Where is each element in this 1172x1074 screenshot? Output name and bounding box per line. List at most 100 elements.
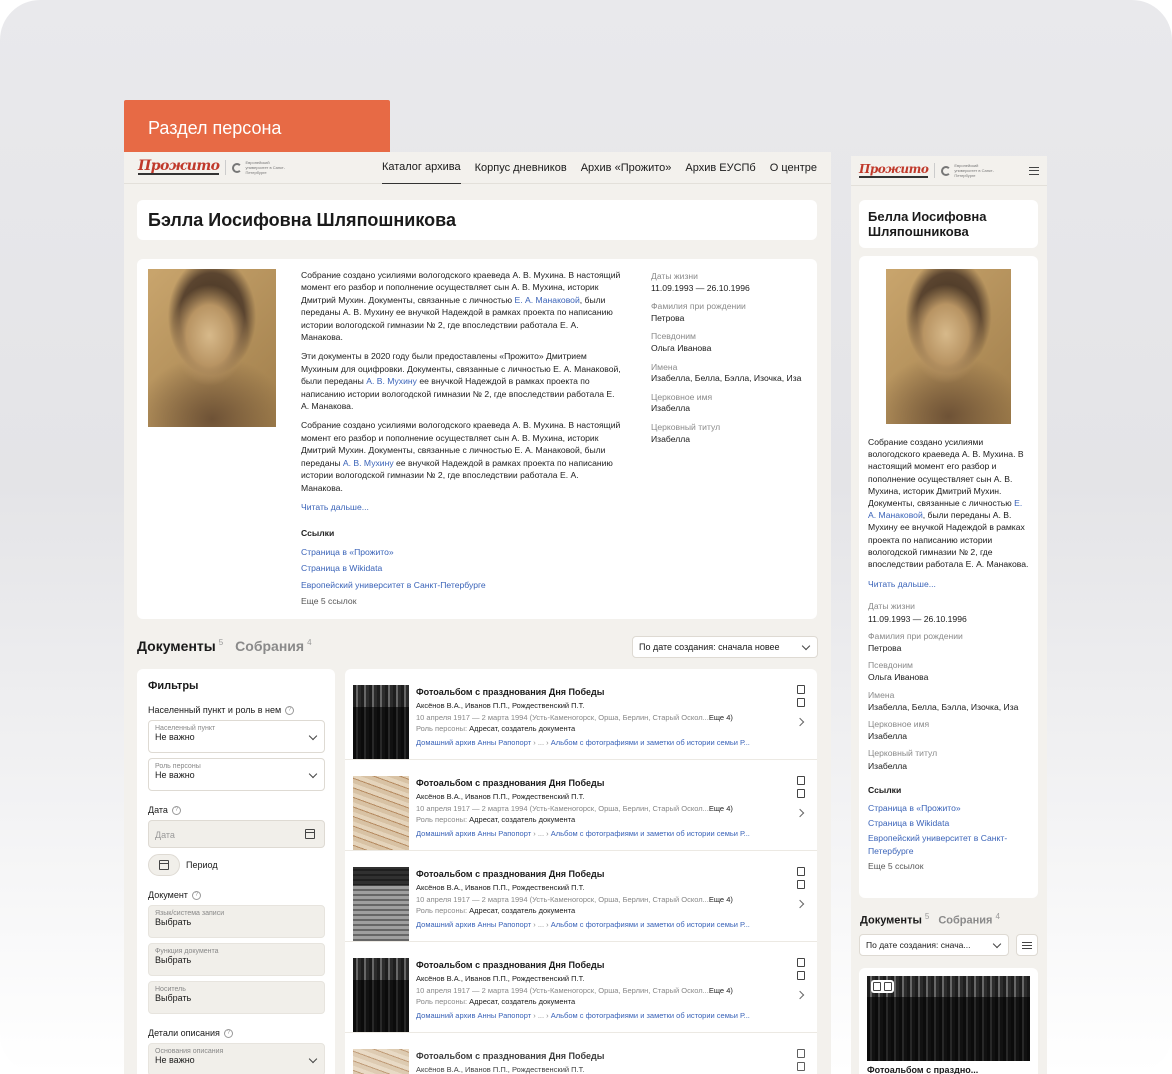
list-item[interactable]: Фотоальбом с празднования Дня Победы Акс… bbox=[345, 669, 817, 760]
list-item[interactable]: Фотоальбом с праздно... bbox=[859, 968, 1038, 1074]
dates-more[interactable]: Еще 4) bbox=[709, 804, 733, 813]
fact-label: Псевдоним bbox=[868, 660, 913, 671]
logo[interactable]: Прожито Европейский университет в Санкт-… bbox=[138, 159, 291, 175]
fact-label: Церковный титул bbox=[651, 421, 721, 432]
nav-archive-eusp[interactable]: Архив ЕУСПб bbox=[685, 152, 755, 184]
tab-documents[interactable]: Документы 5 bbox=[860, 912, 929, 927]
fact-value: Петрова bbox=[868, 643, 902, 654]
calendar-icon bbox=[305, 829, 315, 839]
breadcrumb: Домашний архив Анны Рапопорт › ... › Аль… bbox=[416, 919, 786, 930]
chevron-right-icon[interactable] bbox=[795, 899, 805, 909]
crumb-link[interactable]: Домашний архив Анны Рапопорт bbox=[416, 738, 531, 747]
document-icons bbox=[797, 958, 805, 980]
link-prozhito[interactable]: Страница в «Прожито» bbox=[301, 546, 621, 558]
period-toggle[interactable]: Период bbox=[148, 854, 324, 876]
document-thumbnail bbox=[867, 976, 1030, 1061]
chevron-right-icon[interactable] bbox=[795, 808, 805, 818]
document-icon bbox=[797, 698, 805, 707]
link-wikidata[interactable]: Страница в Wikidata bbox=[868, 817, 1029, 829]
link-prozhito[interactable]: Страница в «Прожито» bbox=[868, 802, 1029, 814]
crumb-link[interactable]: Альбом с фотографиями и заметки об истор… bbox=[551, 829, 750, 838]
section-label: Раздел персона bbox=[124, 100, 390, 156]
help-icon[interactable]: ? bbox=[171, 805, 181, 815]
menu-icon[interactable] bbox=[1029, 166, 1039, 175]
person-link[interactable]: А. В. Мухину bbox=[343, 458, 394, 468]
crumb-link[interactable]: Домашний архив Анны Рапопорт bbox=[416, 1011, 531, 1020]
help-icon[interactable]: ? bbox=[223, 1028, 233, 1038]
more-links[interactable]: Еще 5 ссылок bbox=[301, 595, 621, 607]
crumb-link[interactable]: Альбом с фотографиями и заметки об истор… bbox=[551, 1011, 750, 1020]
person-link[interactable]: Е. А. Манаковой bbox=[515, 295, 580, 305]
crumb-sep: › ... › bbox=[533, 1011, 549, 1021]
person-link[interactable]: А. В. Мухину bbox=[366, 376, 417, 386]
tab-label: Собрания bbox=[235, 638, 305, 654]
document-title[interactable]: Фотоальбом с празднования Дня Победы bbox=[416, 960, 786, 971]
read-more-link[interactable]: Читать дальше... bbox=[301, 501, 621, 513]
tab-collections[interactable]: Собрания 4 bbox=[235, 638, 311, 654]
list-item[interactable]: Фотоальбом с празднования Дня Победы Акс… bbox=[345, 1033, 817, 1074]
list-item[interactable]: Фотоальбом с празднования Дня Победы Акс… bbox=[345, 851, 817, 942]
chevron-right-icon[interactable] bbox=[795, 990, 805, 1000]
document-role: Роль персоны: Адресат, создатель докумен… bbox=[416, 723, 786, 734]
document-title[interactable]: Фотоальбом с празднования Дня Победы bbox=[416, 1051, 786, 1062]
field-label: Основания описания bbox=[155, 1048, 224, 1055]
tab-documents[interactable]: Документы 5 bbox=[137, 638, 223, 654]
crumb-sep: › ... › bbox=[533, 829, 549, 839]
documents-list: Фотоальбом с празднования Дня Победы Акс… bbox=[345, 669, 817, 1074]
fact-value: 11.09.1993 — 26.10.1996 bbox=[868, 613, 967, 624]
dates-more[interactable]: Еще 4) bbox=[709, 713, 733, 722]
list-item[interactable]: Фотоальбом с празднования Дня Победы Акс… bbox=[345, 942, 817, 1033]
eusp-logo: Европейский университет в Санкт-Петербур… bbox=[934, 163, 1000, 178]
document-title[interactable]: Фотоальбом с празднования Дня Победы bbox=[416, 778, 786, 789]
read-more-link[interactable]: Читать дальше... bbox=[868, 578, 1029, 590]
role-select[interactable]: Роль персоны Не важно bbox=[148, 758, 325, 791]
fact-label: Церковное имя bbox=[651, 391, 713, 402]
nav-about[interactable]: О центре bbox=[770, 152, 817, 184]
document-title[interactable]: Фотоальбом с празднования Дня Победы bbox=[416, 869, 786, 880]
document-title[interactable]: Фотоальбом с празднования Дня Победы bbox=[416, 687, 786, 698]
date-input[interactable]: Дата bbox=[148, 820, 325, 848]
sort-select[interactable]: По дате создания: снача... bbox=[859, 934, 1009, 956]
language-select[interactable]: Язык/система записи Выбрать bbox=[148, 905, 325, 938]
carrier-select[interactable]: Носитель Выбрать bbox=[148, 981, 325, 1014]
document-authors: Аксёнов В.А., Иванов П.П., Рождественски… bbox=[416, 792, 585, 802]
period-button[interactable] bbox=[148, 854, 180, 876]
filter-button[interactable] bbox=[1016, 934, 1038, 956]
document-role: Роль персоны: Адресат, создатель докумен… bbox=[416, 814, 786, 825]
checklist-icon bbox=[797, 776, 805, 785]
link-eusp[interactable]: Европейский университет в Санкт-Петербур… bbox=[868, 832, 1029, 856]
person-card: Собрание создано усилиями вологодского к… bbox=[137, 259, 817, 619]
help-icon[interactable]: ? bbox=[191, 890, 201, 900]
basis-select[interactable]: Основания описания Не важно bbox=[148, 1043, 325, 1074]
crumb-link[interactable]: Альбом с фотографиями и заметки об истор… bbox=[551, 738, 750, 747]
dates-more[interactable]: Еще 4) bbox=[709, 895, 733, 904]
dates-more[interactable]: Еще 4) bbox=[709, 986, 733, 995]
list-item[interactable]: Фотоальбом с празднования Дня Победы Акс… bbox=[345, 760, 817, 851]
nav-catalog[interactable]: Каталог архива bbox=[381, 152, 461, 184]
link-wikidata[interactable]: Страница в Wikidata bbox=[301, 562, 621, 574]
breadcrumb: Домашний архив Анны Рапопорт › ... › Аль… bbox=[416, 828, 786, 839]
tab-collections[interactable]: Собрания 4 bbox=[938, 912, 1000, 927]
crumb-link[interactable]: Альбом с фотографиями и заметки об истор… bbox=[551, 920, 750, 929]
logo[interactable]: Прожито Европейский университет в Санкт-… bbox=[859, 163, 1000, 178]
crumb-link[interactable]: Домашний архив Анны Рапопорт bbox=[416, 920, 531, 929]
help-icon[interactable]: ? bbox=[285, 705, 295, 715]
more-links[interactable]: Еще 5 ссылок bbox=[868, 860, 1029, 872]
dates-text: 10 апреля 1917 — 2 марта 1994 (Усть-Каме… bbox=[416, 712, 709, 722]
nav-archive-prozhito[interactable]: Архив «Прожито» bbox=[581, 152, 672, 184]
chevron-right-icon[interactable] bbox=[795, 717, 805, 727]
document-role: Роль персоны: Адресат, создатель докумен… bbox=[416, 905, 786, 916]
function-select[interactable]: Функция документа Выбрать bbox=[148, 943, 325, 976]
nav-diaries[interactable]: Корпус дневников bbox=[475, 152, 567, 184]
nav-links: Каталог архива Корпус дневников Архив «П… bbox=[381, 152, 817, 184]
sort-select[interactable]: По дате создания: сначала новее bbox=[632, 636, 818, 658]
checklist-icon bbox=[873, 982, 881, 991]
fact-value: Изабелла bbox=[868, 731, 908, 742]
document-title[interactable]: Фотоальбом с праздно... bbox=[867, 1065, 1030, 1074]
document-info: Фотоальбом с празднования Дня Победы Акс… bbox=[416, 687, 786, 748]
place-select[interactable]: Населенный пункт Не важно bbox=[148, 720, 325, 753]
document-info: Фотоальбом с празднования Дня Победы Акс… bbox=[416, 778, 786, 839]
link-eusp[interactable]: Европейский университет в Санкт-Петербур… bbox=[301, 579, 621, 591]
crumb-link[interactable]: Домашний архив Анны Рапопорт bbox=[416, 829, 531, 838]
role-label: Роль персоны: bbox=[416, 905, 468, 915]
